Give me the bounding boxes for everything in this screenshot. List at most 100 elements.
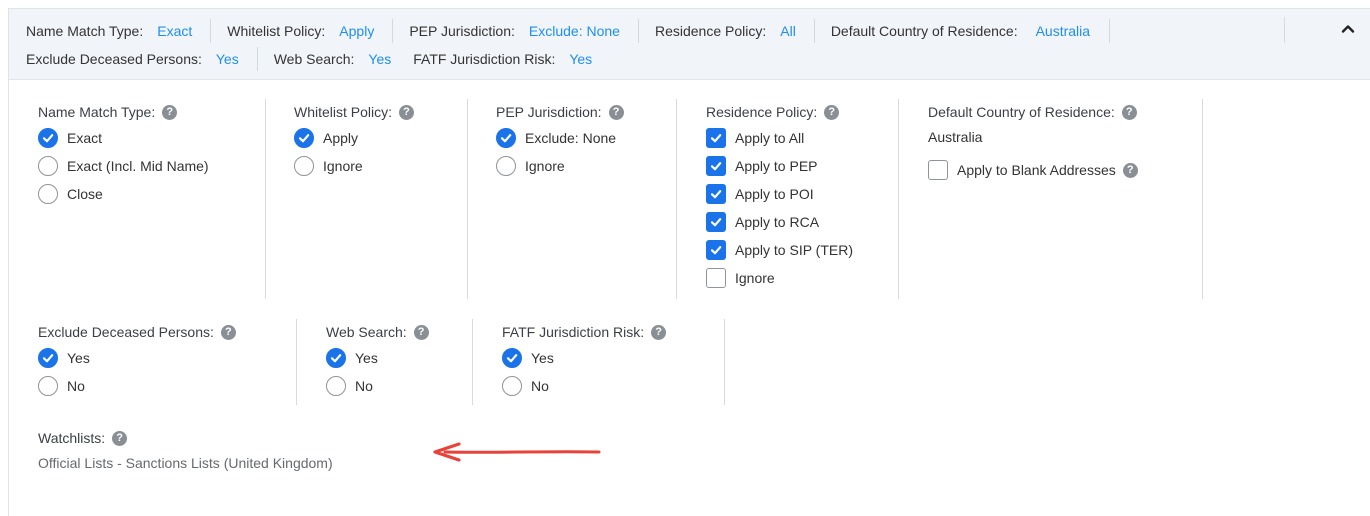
radio-option[interactable]: No [502,372,666,400]
checkbox-label: Apply to RCA [735,214,820,230]
whitelist-label: Whitelist Policy: ? [294,102,415,122]
help-icon[interactable]: ? [651,324,667,340]
check-icon [499,131,513,145]
checkbox-checked[interactable] [706,212,726,232]
radio-option[interactable]: Exact (Incl. Mid Name) [38,152,209,180]
checkbox-box[interactable] [928,160,948,180]
radio-label: No [67,378,85,394]
help-icon[interactable]: ? [1121,104,1137,120]
radio-unselected[interactable] [38,376,58,396]
section-label: Default Country of Residence: [928,104,1115,120]
help-icon[interactable]: ? [608,104,624,120]
checkbox-option[interactable]: Apply to RCA [706,208,853,236]
checkbox-checked[interactable] [706,184,726,204]
radio-option[interactable]: Ignore [294,152,414,180]
radio-selected[interactable] [38,348,58,368]
radio-unselected[interactable] [496,156,516,176]
radio-option[interactable]: Yes [38,344,236,372]
summary-label: Residence Policy: [654,23,767,39]
settings-summary-bar[interactable]: Name Match Type: Exact Whitelist Policy:… [9,9,1370,80]
radio-selected[interactable] [38,128,58,148]
radio-unselected[interactable] [502,376,522,396]
summary-value: Yes [569,51,593,67]
summary-label: FATF Jurisdiction Risk: [413,51,556,67]
checkbox-checked[interactable] [706,128,726,148]
web-search-options: Yes No [326,344,429,400]
checkbox-option[interactable]: Apply to SIP (TER) [706,236,853,264]
radio-selected[interactable] [502,348,522,368]
radio-option[interactable]: Yes [326,344,429,372]
radio-label: No [531,378,549,394]
summary-country: Default Country of Residence: Australia [830,19,1111,43]
radio-option[interactable]: Ignore [496,152,624,180]
summary-value: Apply [339,23,375,39]
checkbox-unchecked[interactable] [706,268,726,288]
help-icon[interactable]: ? [162,104,178,120]
checkbox-checked[interactable] [706,240,726,260]
pep-options: Exclude: None Ignore [496,124,624,180]
radio-selected[interactable] [496,128,516,148]
checkbox-option[interactable]: Apply to POI [706,180,853,208]
chevron-up-icon[interactable] [1340,21,1356,37]
radio-label: Ignore [525,158,565,174]
section-label: Web Search: [326,324,407,340]
summary-web-search: Web Search: Yes [274,47,392,71]
radio-label: Yes [67,350,90,366]
help-icon[interactable]: ? [1122,162,1138,178]
check-icon [709,131,723,145]
check-icon [709,215,723,229]
radio-label: Exclude: None [525,130,617,146]
help-icon[interactable]: ? [824,104,840,120]
fatf-label: FATF Jurisdiction Risk: ? [502,322,667,342]
section-label: Name Match Type: [38,104,156,120]
radio-option[interactable]: Close [38,180,209,208]
deceased-options: Yes No [38,344,236,400]
checkbox-option[interactable]: Apply to PEP [706,152,853,180]
radio-unselected[interactable] [38,184,58,204]
summary-whitelist: Whitelist Policy: Apply [227,19,394,43]
radio-selected[interactable] [326,348,346,368]
help-icon[interactable]: ? [112,430,128,446]
checkbox-label: Ignore [735,270,775,286]
help-icon[interactable]: ? [399,104,415,120]
checkbox-checked[interactable] [706,156,726,176]
watchlists-label: Watchlists: ? [38,428,333,448]
checkbox-label: Apply to All [735,130,805,146]
radio-option[interactable]: No [38,372,236,400]
checkbox-option[interactable]: Apply to All [706,124,853,152]
checkbox-label: Apply to POI [735,186,814,202]
radio-label: No [355,378,373,394]
radio-selected[interactable] [294,128,314,148]
summary-fatf: FATF Jurisdiction Risk: Yes [413,47,610,71]
radio-option[interactable]: Exclude: None [496,124,624,152]
summary-label: Web Search: [273,51,355,67]
radio-option[interactable]: Exact [38,124,209,152]
apply-blank-addresses-checkbox[interactable]: Apply to Blank Addresses ? [928,156,1138,184]
radio-unselected[interactable] [326,376,346,396]
watchlists-section: Watchlists: ? Official Lists - Sanctions… [38,428,333,475]
radio-label: Exact (Incl. Mid Name) [67,158,209,174]
web-search-section: Web Search: ? Yes No [326,322,429,400]
whitelist-options: Apply Ignore [294,124,414,180]
section-divider [898,99,899,299]
summary-deceased: Exclude Deceased Persons: Yes [26,47,258,71]
summary-value: All [780,23,796,39]
pep-section: PEP Jurisdiction: ? Exclude: None Ignore [496,102,624,180]
help-icon[interactable]: ? [220,324,236,340]
radio-option[interactable]: Apply [294,124,414,152]
screening-settings-panel: Name Match Type: Exact Whitelist Policy:… [8,8,1370,516]
summary-value: Yes [368,51,392,67]
section-label: FATF Jurisdiction Risk: [502,324,645,340]
section-divider [724,319,725,405]
checkbox-label: Apply to PEP [735,158,818,174]
radio-option[interactable]: No [326,372,429,400]
name-match-section: Name Match Type: ? Exact Exact (Incl. Mid… [38,102,209,208]
radio-option[interactable]: Yes [502,344,666,372]
help-icon[interactable]: ? [413,324,429,340]
check-icon [709,159,723,173]
summary-label: Default Country of Residence: [830,23,1018,39]
checkbox-option[interactable]: Ignore [706,264,853,292]
deceased-label: Exclude Deceased Persons: ? [38,322,236,342]
radio-unselected[interactable] [294,156,314,176]
radio-unselected[interactable] [38,156,58,176]
